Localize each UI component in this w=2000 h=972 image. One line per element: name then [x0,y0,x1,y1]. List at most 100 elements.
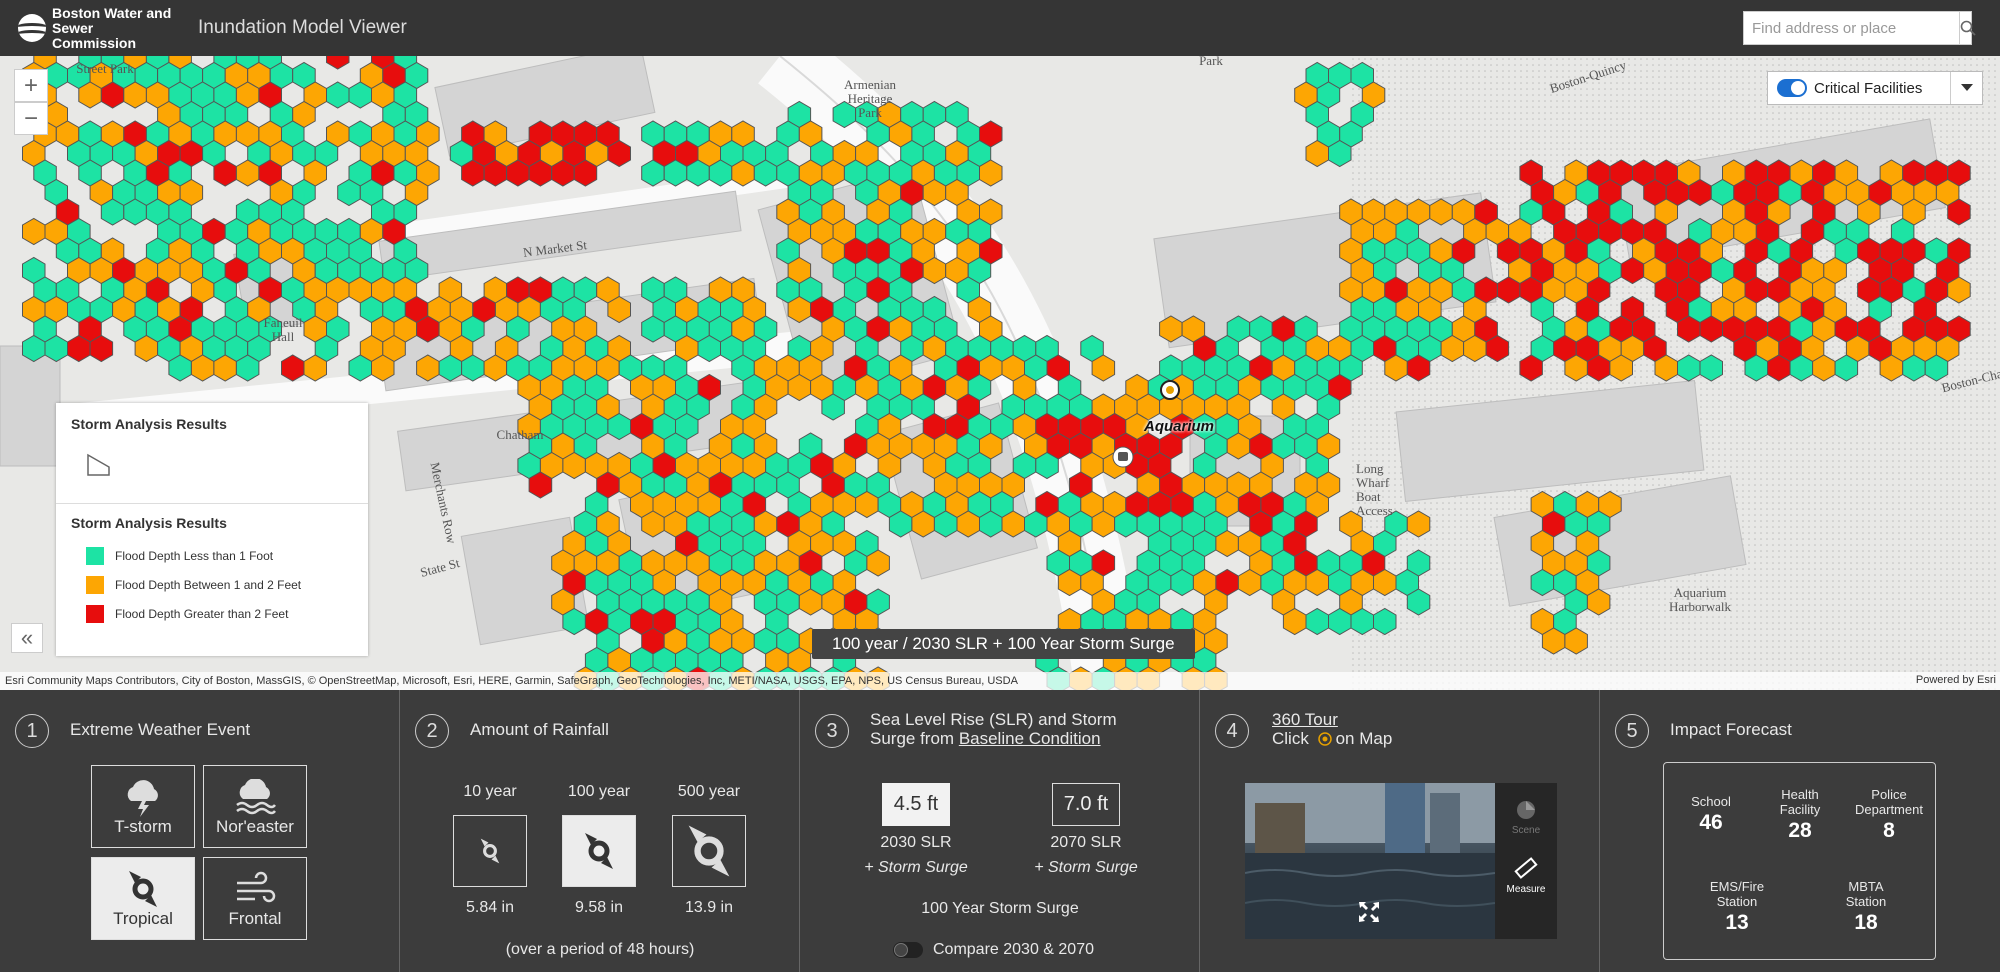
search-button[interactable] [1959,12,1976,44]
legend-swatch-low [86,547,104,565]
zoom-in-button[interactable]: + [14,69,48,102]
thunderstorm-icon [127,780,158,817]
scene-label: Scene [1511,825,1541,836]
panel-rainfall: 2 Amount of Rainfall 10 year 100 year 50… [400,690,800,972]
flood-hex [22,217,46,246]
flood-hex [1305,607,1329,636]
flood-hex [326,56,350,70]
legend-item-low: Flood Depth Less than 1 Foot [86,547,273,565]
slr-2030-sub: + Storm Surge [864,859,968,876]
weather-noreaster-button[interactable]: Nor'easter [203,765,307,848]
legend-item-mid: Flood Depth Between 1 and 2 Feet [86,576,301,594]
impact-mbta: MBTA Station 18 [1845,879,1887,934]
compare-row: Compare 2030 & 2070 [893,941,1094,959]
facility-marker-icon [1317,732,1332,746]
step-number-4: 4 [1215,714,1249,748]
map-label-park: Park [1199,56,1223,68]
rainfall-note: (over a period of 48 hours) [505,941,695,958]
map-label-faneuil-hall: Faneuil Hall [263,315,303,344]
weather-title: Extreme Weather Event [70,720,251,739]
critical-facility-marker-icon[interactable] [1159,379,1181,401]
rain-amount-500: 13.9 in [684,899,734,916]
legend-swatch-mid [86,576,104,594]
zoom-out-button[interactable]: − [14,102,48,135]
compare-label: Compare 2030 & 2070 [933,941,1094,958]
storm-surge-label: 100 Year Storm Surge [921,900,1079,917]
flood-hex [326,81,350,109]
map-attribution: Esri Community Maps Contributors, City o… [0,672,2000,690]
rainfall-title: Amount of Rainfall [470,720,609,739]
search-box [1743,11,1976,45]
logo-line-2: Sewer Commission [52,19,137,51]
impact-title: Impact Forecast [1670,720,1792,739]
chevron-down-icon [1960,84,1973,91]
measure-icon[interactable] [1514,856,1538,880]
wind-icon [237,871,276,903]
weather-frontal-button[interactable]: Frontal [203,857,307,940]
impact-health-facility: Health Facility 28 [1779,787,1821,842]
flood-hex [281,354,305,382]
step-number-2: 2 [415,714,449,748]
slr-2030-button[interactable]: 4.5 ft [882,783,950,826]
logo-line-1: Boston Water and [52,4,172,21]
impact-summary: School 46 Health Facility 28 Police Depart… [1663,762,1936,960]
map-label-chatham: Chatham [496,427,544,442]
control-panels: 1 Extreme Weather Event T-storm Nor'east… [0,690,2000,972]
scene-icon[interactable] [1515,799,1537,821]
app-title: Inundation Model Viewer [198,17,407,38]
impact-police: Police Department 8 [1855,787,1923,842]
search-icon [1960,20,1976,36]
rain-10-year-button[interactable] [453,815,527,887]
scenario-label: 100 year / 2030 SLR + 100 Year Storm Sur… [812,629,1195,659]
polygon-symbol-icon [87,453,110,476]
expand-icon[interactable] [1358,901,1380,923]
rain-500-year-button[interactable] [672,815,746,887]
app: Boston Water and Sewer Commission Inunda… [0,0,2000,972]
rain-period-10: 10 year [463,783,517,800]
rain-100-year-button[interactable] [562,815,636,887]
powered-by-esri[interactable]: Powered by Esri [1916,674,1996,686]
map-label-armenian-park: Armenian Heritage Park [844,77,896,120]
slr-2070-button[interactable]: 7.0 ft [1052,783,1120,826]
hurricane-small-icon [480,838,500,864]
mbta-station-icon[interactable] [1112,446,1134,468]
noreaster-icon [236,779,276,815]
baseline-condition-link[interactable]: Baseline Condition [959,729,1101,748]
map-view[interactable]: + − Street Park Armenian Heritage Park P… [0,56,2000,690]
step-number-5: 5 [1615,714,1649,748]
photo-tools: Scene Measure [1495,783,1557,939]
layers-dropdown-button[interactable] [1950,72,1982,104]
rain-period-500: 500 year [677,783,741,800]
aquarium-label: Aquarium [1144,418,1215,435]
critical-facilities-layer-control[interactable]: Critical Facilities [1767,71,1983,105]
map-label-street-park: Street Park [76,61,134,76]
slr-2070-sub: + Storm Surge [1034,859,1138,876]
hurricane-icon [129,871,157,907]
hurricane-medium-icon [585,833,613,869]
panel-impact-forecast: 5 Impact Forecast School 46 Health Facili… [1600,690,2000,972]
360-tour-link[interactable]: 360 Tour [1272,710,1338,729]
rain-amount-10: 5.84 in [465,899,515,916]
top-bar: Boston Water and Sewer Commission Inunda… [0,0,2000,56]
hurricane-large-icon [688,825,730,877]
weather-tstorm-button[interactable]: T-storm [91,765,195,848]
bwsc-logo[interactable]: Boston Water and Sewer Commission [18,4,178,51]
weather-tropical-button[interactable]: Tropical [91,857,195,940]
search-input[interactable] [1744,12,1959,44]
slr-title: Sea Level Rise (SLR) and Storm Surge fro… [870,710,1117,748]
legend-title-2: Storm Analysis Results [71,515,227,531]
map-label-long-wharf: Long Wharf Boat Access [1356,461,1393,518]
panel-360-tour: 4 360 Tour Click on Map Scene Measure [1200,690,1600,972]
collapse-legend-button[interactable]: « [11,623,43,653]
rain-amount-100: 9.58 in [574,899,624,916]
water-logo-icon [18,14,46,42]
legend-swatch-high [86,605,104,623]
slr-2070-label: 2070 SLR [1050,834,1122,851]
critical-facilities-toggle[interactable] [1777,79,1807,97]
compare-toggle[interactable] [893,942,923,958]
map-label-aquarium-harborwalk: Aquarium Harborwalk [1668,585,1732,614]
step-number-1: 1 [15,714,49,748]
legend-item-high: Flood Depth Greater than 2 Feet [86,605,288,623]
360-photo-preview[interactable] [1245,783,1495,939]
panel-slr: 3 Sea Level Rise (SLR) and Storm Surge f… [800,690,1200,972]
